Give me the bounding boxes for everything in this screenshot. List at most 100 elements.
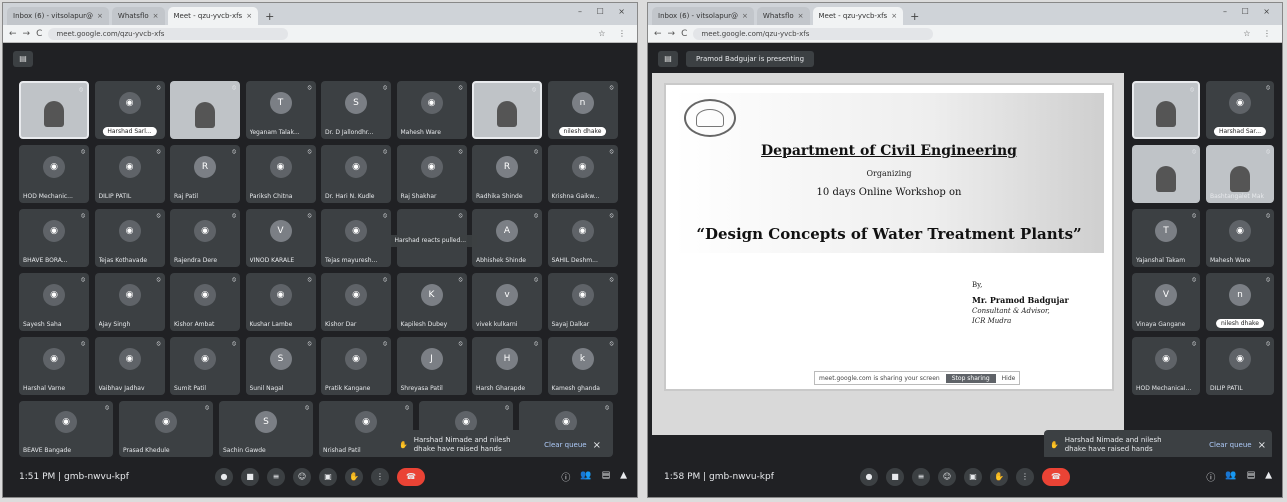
browser-tab-active[interactable]: Meet - qzu-yvcb-xfs ×	[167, 7, 259, 25]
participant-tile[interactable]: ⦸	[19, 81, 89, 139]
participant-tile[interactable]: V ⦸ VINOD KARALE	[245, 209, 316, 267]
camera-icon[interactable]: ■	[241, 468, 259, 486]
browser-tab[interactable]: Whatsflo ×	[111, 7, 165, 25]
participant-tile[interactable]: ◉ ⦸ Tejas Kothavade	[94, 209, 165, 267]
participant-tile[interactable]: R ⦸ Raj Patil	[170, 145, 240, 203]
browser-tab-active[interactable]: Meet - qzu-yvcb-xfs ×	[812, 7, 904, 25]
reload-icon[interactable]: C	[36, 29, 42, 39]
back-icon[interactable]: ←	[9, 29, 17, 39]
close-icon[interactable]: ×	[1258, 440, 1266, 451]
close-icon[interactable]: ×	[97, 12, 103, 20]
activities-icon[interactable]: ▲	[1265, 471, 1272, 484]
new-tab-icon[interactable]: +	[261, 10, 278, 25]
participant-tile[interactable]: ⦸	[472, 81, 542, 139]
participant-tile[interactable]: ◉ ⦸ Pratik Kangane	[321, 337, 391, 395]
participant-tile[interactable]: ⦸	[1132, 81, 1200, 139]
close-icon[interactable]: ×	[891, 12, 897, 20]
present-icon[interactable]: ▣	[964, 468, 982, 486]
participant-tile[interactable]: ◉ ⦸ BHAVE BORA...	[19, 209, 89, 267]
emoji-icon[interactable]: ☺	[938, 468, 956, 486]
participant-tile[interactable]: ◉ ⦸ Harshal Varne	[19, 337, 89, 395]
panel-toggle-icon[interactable]: ▤	[13, 51, 33, 67]
participant-tile[interactable]: ⦸	[1132, 145, 1200, 203]
more-options-icon[interactable]: ⋮	[1016, 468, 1034, 486]
new-tab-icon[interactable]: +	[906, 10, 923, 25]
participant-tile[interactable]: ◉ ⦸ Pariksh Chitna	[245, 145, 316, 203]
raise-hand-icon[interactable]: ✋	[345, 468, 363, 486]
participant-tile[interactable]: ◉ ⦸ Prasad Khedule	[119, 401, 213, 457]
close-icon[interactable]: ×	[798, 12, 804, 20]
info-icon[interactable]: ⓘ	[561, 471, 570, 484]
participant-tile[interactable]: ◉ ⦸ SAHIL Deshm...	[547, 209, 618, 267]
participant-tile[interactable]: ◉ ⦸ BEAVE Bangade	[19, 401, 113, 457]
browser-tab[interactable]: Inbox (6) - vitsolapur@ ×	[652, 7, 754, 25]
captions-icon[interactable]: ≡	[912, 468, 930, 486]
clear-queue-button[interactable]: Clear queue	[544, 441, 586, 449]
participant-tile[interactable]: ◉ ⦸ Raj Shakhar	[396, 145, 467, 203]
more-options-icon[interactable]: ⋮	[371, 468, 389, 486]
close-icon[interactable]: ×	[593, 440, 601, 451]
panel-toggle-icon[interactable]: ▤	[658, 51, 678, 67]
participant-tile[interactable]: ◉ ⦸ Sayaj Dalkar	[547, 273, 618, 331]
reload-icon[interactable]: C	[681, 29, 687, 39]
chat-icon[interactable]: ▤	[1247, 471, 1256, 484]
participant-tile[interactable]: ◉ ⦸ Tejas mayuresh...	[321, 209, 391, 267]
participant-tile[interactable]: n ⦸ nilesh dhake	[1206, 273, 1274, 331]
leave-call-button[interactable]: ☎	[397, 468, 425, 486]
participant-tile[interactable]: A ⦸ Abhishek Shinde	[472, 209, 542, 267]
captions-icon[interactable]: ≡	[267, 468, 285, 486]
participant-tile[interactable]: ◉ ⦸ Harshad Sarl...	[94, 81, 165, 139]
browser-tab[interactable]: Whatsflo ×	[756, 7, 810, 25]
participant-tile[interactable]: ◉ ⦸ DILIP PATIL	[94, 145, 165, 203]
emoji-icon[interactable]: ☺	[293, 468, 311, 486]
chat-icon[interactable]: ▤	[602, 471, 611, 484]
participant-tile[interactable]: ◉ ⦸ Kishor Dar	[321, 273, 391, 331]
participant-tile[interactable]: ◉ ⦸ Sayesh Saha	[19, 273, 89, 331]
window-controls[interactable]: – ☐ ×	[578, 7, 631, 16]
participant-tile[interactable]: ◉ ⦸ Krishna Gaikw...	[547, 145, 618, 203]
close-icon[interactable]: ×	[246, 12, 252, 20]
toolbar-icons[interactable]: ☆ ⋮	[1243, 29, 1276, 38]
hide-button[interactable]: Hide	[1002, 375, 1016, 382]
activities-icon[interactable]: ▲	[620, 471, 627, 484]
participant-tile[interactable]: T ⦸ Yeganam Talak...	[245, 81, 316, 139]
participant-tile[interactable]: ◉ ⦸ Kishor Ambat	[170, 273, 240, 331]
participant-tile[interactable]: T ⦸ Yajanshal Takam	[1132, 209, 1200, 267]
close-icon[interactable]: ×	[742, 12, 748, 20]
mic-icon[interactable]: ●	[860, 468, 878, 486]
participant-tile[interactable]: J ⦸ Shreyasa Patil	[396, 337, 467, 395]
people-icon[interactable]: 👥	[580, 471, 591, 484]
participant-tile[interactable]: H ⦸ Harsh Gharapde	[472, 337, 542, 395]
raise-hand-icon[interactable]: ✋	[990, 468, 1008, 486]
info-icon[interactable]: ⓘ	[1206, 471, 1215, 484]
forward-icon[interactable]: →	[23, 29, 31, 39]
forward-icon[interactable]: →	[668, 29, 676, 39]
participant-tile[interactable]: ◉ ⦸ Sumit Patil	[170, 337, 240, 395]
participant-tile[interactable]: ⦸ Bashtangalet Mak	[1206, 145, 1274, 203]
participant-tile[interactable]: S ⦸ Dr. D Jallondhr...	[321, 81, 391, 139]
participant-tile[interactable]: ◉ ⦸ Mahesh Ware	[1206, 209, 1274, 267]
close-icon[interactable]: ×	[153, 12, 159, 20]
participant-tile[interactable]: ◉ ⦸ Ajay Singh	[94, 273, 165, 331]
participant-tile[interactable]: ◉ ⦸ DILIP PATIL	[1206, 337, 1274, 395]
participant-tile[interactable]: ◉ ⦸ HOD Mechanic...	[19, 145, 89, 203]
participant-tile[interactable]: V ⦸ Vinaya Gangane	[1132, 273, 1200, 331]
stop-sharing-button[interactable]: Stop sharing	[945, 373, 996, 383]
participant-tile[interactable]: ◉ ⦸ Harshad Sar...	[1206, 81, 1274, 139]
participant-tile[interactable]: S ⦸ Sunil Nagal	[245, 337, 316, 395]
participant-tile[interactable]: ⦸	[170, 81, 240, 139]
participant-tile[interactable]: ◉ ⦸ Kushar Lambe	[245, 273, 316, 331]
window-controls[interactable]: – ☐ ×	[1223, 7, 1276, 16]
address-bar[interactable]: meet.google.com/qzu-yvcb-xfs	[693, 27, 934, 40]
participant-tile[interactable]: n ⦸ nilesh dhake	[547, 81, 618, 139]
mic-icon[interactable]: ●	[215, 468, 233, 486]
leave-call-button[interactable]: ☎	[1042, 468, 1070, 486]
participant-tile[interactable]: ◉ ⦸ Vaibhav Jadhav	[94, 337, 165, 395]
participant-tile[interactable]: R ⦸ Radhika Shinde	[472, 145, 542, 203]
people-icon[interactable]: 👥	[1225, 471, 1236, 484]
participant-tile[interactable]: v ⦸ vivek kulkarni	[472, 273, 542, 331]
toolbar-icons[interactable]: ☆ ⋮	[598, 29, 631, 38]
participant-tile[interactable]: k ⦸ Kamesh ghanda	[547, 337, 618, 395]
participant-tile[interactable]: S ⦸ Sachin Gawde	[219, 401, 313, 457]
address-bar[interactable]: meet.google.com/qzu-yvcb-xfs	[48, 27, 289, 40]
